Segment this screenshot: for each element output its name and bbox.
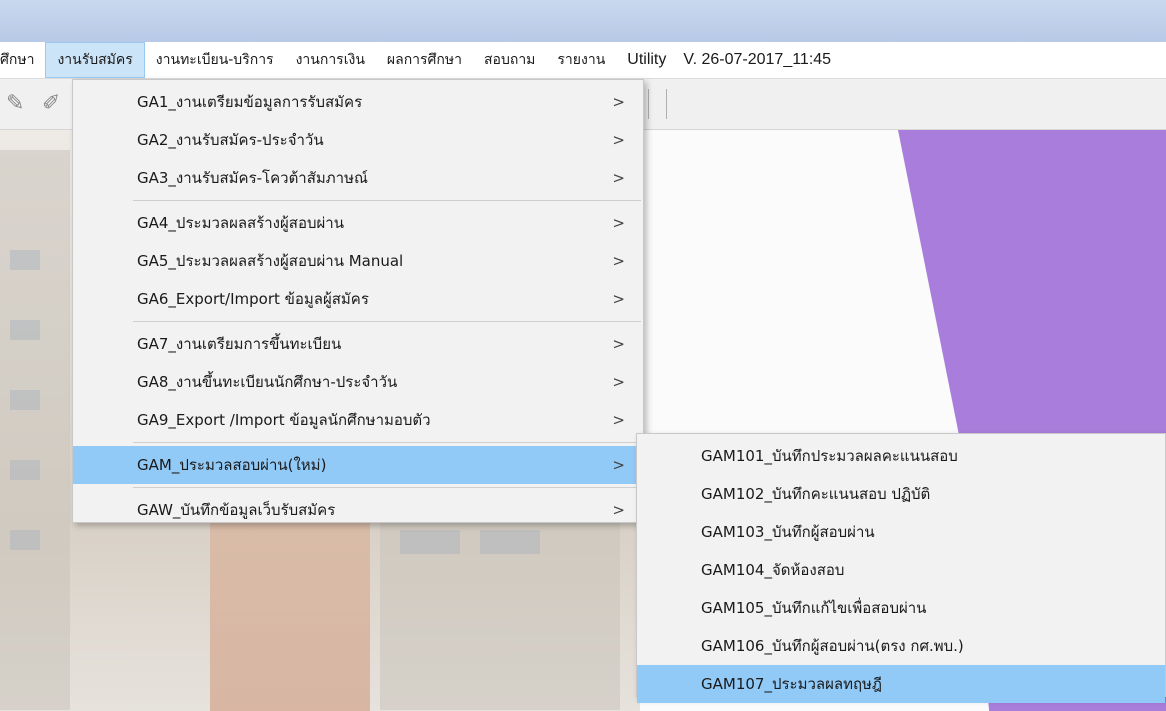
menu-item-label: GA2_งานรับสมัคร-ประจำวัน — [137, 131, 324, 149]
menu-item-label: GA8_งานขึ้นทะเบียนนักศึกษา-ประจำวัน — [137, 373, 398, 391]
menu-utility[interactable]: Utility — [616, 42, 677, 78]
menu-item-label: GA7_งานเตรียมการขึ้นทะเบียน — [137, 335, 342, 353]
submenu-arrow-icon: > — [612, 373, 625, 391]
toolbar-separator — [666, 89, 667, 119]
menu-item-label: GAM107_ประมวลผลทฤษฎี — [701, 675, 883, 693]
menu-item-label: GA6_Export/Import ข้อมูลผู้สมัคร — [137, 290, 369, 308]
menu-admissions[interactable]: งานรับสมัคร — [45, 42, 145, 78]
submenu-arrow-icon: > — [612, 411, 625, 429]
gam-submenu: GAM101_บันทึกประมวลผลคะแนนสอบ GAM102_บัน… — [636, 433, 1166, 703]
menu-separator — [133, 442, 641, 443]
menu-item-label: GAM105_บันทึกแก้ไขเพื่อสอบผ่าน — [701, 599, 927, 617]
menu-inquiry[interactable]: สอบถาม — [473, 42, 546, 78]
menu-item-label: GA9_Export /Import ข้อมูลนักศึกษามอบตัว — [137, 411, 431, 429]
menu-item-gam105[interactable]: GAM105_บันทึกแก้ไขเพื่อสอบผ่าน — [637, 589, 1165, 627]
menu-item-label: GAM103_บันทึกผู้สอบผ่าน — [701, 523, 875, 541]
menu-item-ga3[interactable]: GA3_งานรับสมัคร-โควต้าสัมภาษณ์ > — [73, 159, 643, 197]
menu-item-ga5[interactable]: GA5_ประมวลผลสร้างผู้สอบผ่าน Manual > — [73, 242, 643, 280]
menu-item-gaw[interactable]: GAW_บันทึกข้อมูลเว็บรับสมัคร > — [73, 491, 643, 529]
admissions-dropdown-menu: GA1_งานเตรียมข้อมูลการรับสมัคร > GA2_งาน… — [72, 79, 644, 523]
menu-registration-services[interactable]: งานทะเบียน-บริการ — [145, 42, 285, 78]
menu-item-ga2[interactable]: GA2_งานรับสมัคร-ประจำวัน > — [73, 121, 643, 159]
toolbar-separator — [648, 89, 649, 119]
menu-item-label: GA4_ประมวลผลสร้างผู้สอบผ่าน — [137, 214, 344, 232]
menu-finance[interactable]: งานการเงิน — [285, 42, 376, 78]
submenu-arrow-icon: > — [612, 290, 625, 308]
menu-item-label: GAM102_บันทึกคะแนนสอบ ปฏิบัติ — [701, 485, 931, 503]
menu-item-gam106[interactable]: GAM106_บันทึกผู้สอบผ่าน(ตรง กศ.พบ.) — [637, 627, 1165, 665]
menu-item-ga7[interactable]: GA7_งานเตรียมการขึ้นทะเบียน > — [73, 325, 643, 363]
submenu-arrow-icon: > — [612, 131, 625, 149]
menu-item-ga1[interactable]: GA1_งานเตรียมข้อมูลการรับสมัคร > — [73, 83, 643, 121]
menu-item-label: GAM101_บันทึกประมวลผลคะแนนสอบ — [701, 447, 958, 465]
menu-item-ga6[interactable]: GA6_Export/Import ข้อมูลผู้สมัคร > — [73, 280, 643, 318]
menu-item-label: GA1_งานเตรียมข้อมูลการรับสมัคร — [137, 93, 363, 111]
menu-item-label: GA3_งานรับสมัคร-โควต้าสัมภาษณ์ — [137, 169, 368, 187]
submenu-arrow-icon: > — [612, 335, 625, 353]
menu-reports[interactable]: รายงาน — [546, 42, 616, 78]
menu-separator — [133, 321, 641, 322]
menu-item-label: GAW_บันทึกข้อมูลเว็บรับสมัคร — [137, 501, 336, 519]
menu-item-label: GAM104_จัดห้องสอบ — [701, 561, 845, 579]
submenu-arrow-icon: > — [612, 501, 625, 519]
menu-item-ga9[interactable]: GA9_Export /Import ข้อมูลนักศึกษามอบตัว … — [73, 401, 643, 439]
menu-item-gam104[interactable]: GAM104_จัดห้องสอบ — [637, 551, 1165, 589]
menu-item-gam103[interactable]: GAM103_บันทึกผู้สอบผ่าน — [637, 513, 1165, 551]
version-label: V. 26-07-2017_11:45 — [683, 51, 832, 68]
submenu-arrow-icon: > — [612, 252, 625, 270]
menu-academic-results[interactable]: ผลการศึกษา — [376, 42, 473, 78]
submenu-arrow-icon: > — [612, 169, 625, 187]
submenu-arrow-icon: > — [612, 456, 625, 474]
menu-item-gam102[interactable]: GAM102_บันทึกคะแนนสอบ ปฏิบัติ — [637, 475, 1165, 513]
menu-item-label: GAM_ประมวลสอบผ่าน(ใหม่) — [137, 456, 327, 474]
submenu-arrow-icon: > — [612, 93, 625, 111]
menu-separator — [133, 487, 641, 488]
pencil-icon[interactable]: ✐ — [42, 91, 60, 116]
menu-item-label: GAM106_บันทึกผู้สอบผ่าน(ตรง กศ.พบ.) — [701, 637, 964, 655]
menu-item-label: GA5_ประมวลผลสร้างผู้สอบผ่าน Manual — [137, 252, 404, 270]
menu-bar: ศึกษา งานรับสมัคร งานทะเบียน-บริการ งานก… — [0, 42, 1166, 79]
submenu-arrow-icon: > — [612, 214, 625, 232]
menu-separator — [133, 200, 641, 201]
menu-item-ga8[interactable]: GA8_งานขึ้นทะเบียนนักศึกษา-ประจำวัน > — [73, 363, 643, 401]
menu-education[interactable]: ศึกษา — [0, 42, 45, 78]
menu-item-gam101[interactable]: GAM101_บันทึกประมวลผลคะแนนสอบ — [637, 437, 1165, 475]
menu-item-gam[interactable]: GAM_ประมวลสอบผ่าน(ใหม่) > — [73, 446, 643, 484]
menu-item-gam107[interactable]: GAM107_ประมวลผลทฤษฎี — [637, 665, 1165, 703]
edit-add-icon[interactable]: ✎ — [6, 91, 24, 116]
menu-item-ga4[interactable]: GA4_ประมวลผลสร้างผู้สอบผ่าน > — [73, 204, 643, 242]
title-bar — [0, 0, 1166, 42]
